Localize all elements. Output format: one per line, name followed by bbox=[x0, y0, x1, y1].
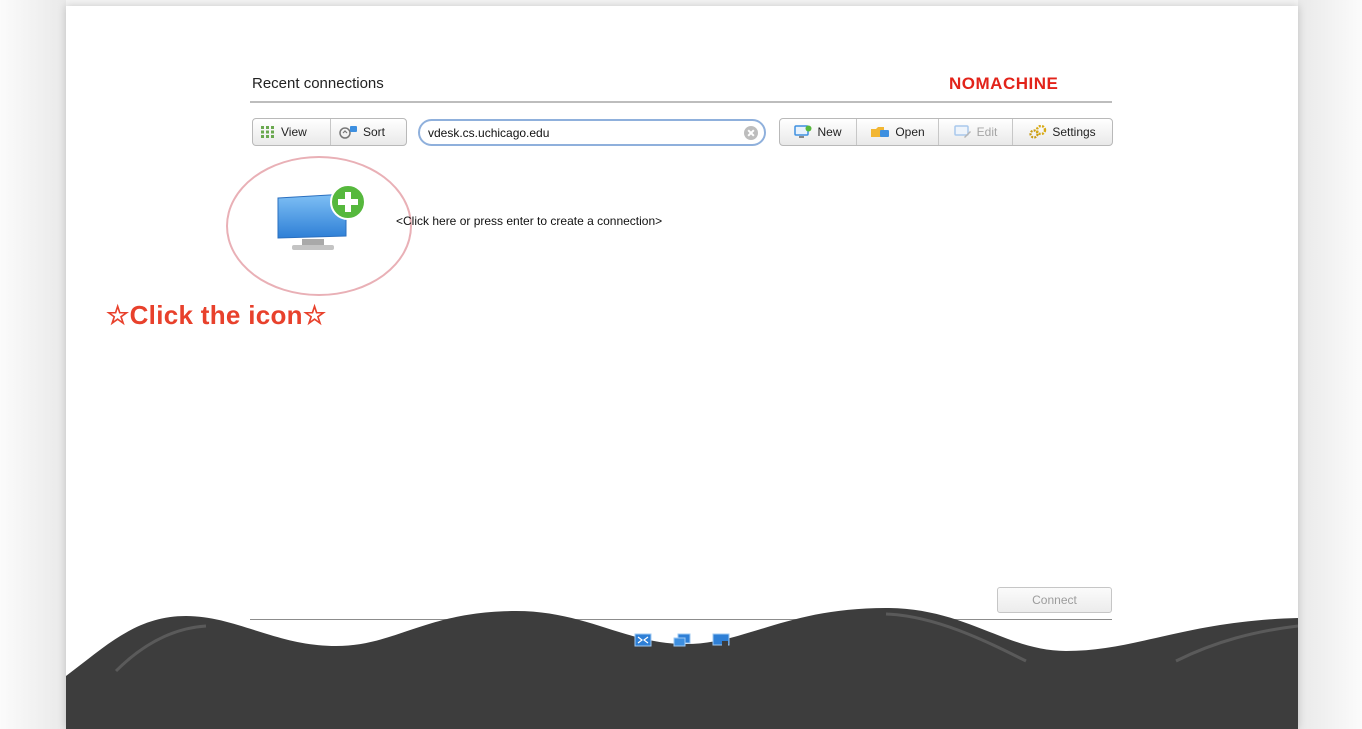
edit-icon bbox=[953, 125, 972, 139]
open-button[interactable]: Open bbox=[857, 119, 939, 145]
edit-button[interactable]: Edit bbox=[939, 119, 1013, 145]
edit-button-label: Edit bbox=[976, 125, 998, 139]
settings-button[interactable]: Settings bbox=[1013, 119, 1112, 145]
monitor-add-icon[interactable] bbox=[274, 184, 370, 264]
sort-button-label: Sort bbox=[363, 125, 386, 139]
footer-wave bbox=[66, 608, 1298, 729]
title-divider bbox=[250, 101, 1112, 103]
open-button-label: Open bbox=[895, 125, 925, 139]
nomachine-window: Recent connections NOMACHINE View Sort v… bbox=[66, 6, 1298, 729]
page-margin-right bbox=[1298, 0, 1362, 729]
open-folder-icon bbox=[870, 125, 890, 139]
page-title: Recent connections bbox=[252, 75, 384, 92]
fullscreen-icon[interactable] bbox=[634, 633, 652, 647]
settings-gears-icon bbox=[1029, 125, 1047, 139]
view-sort-toolbar: View Sort bbox=[252, 118, 407, 146]
new-button-label: New bbox=[817, 125, 842, 139]
display-icon[interactable] bbox=[712, 633, 730, 647]
new-button[interactable]: New bbox=[780, 119, 857, 145]
page-margin-left bbox=[0, 0, 66, 729]
clear-icon[interactable] bbox=[744, 125, 758, 140]
sort-button[interactable]: Sort bbox=[331, 119, 406, 145]
view-button[interactable]: View bbox=[253, 119, 331, 145]
annotation-callout: ☆Click the icon☆ bbox=[106, 300, 327, 330]
action-toolbar: New Open Edit Settings bbox=[779, 118, 1113, 146]
view-button-label: View bbox=[281, 125, 307, 139]
settings-button-label: Settings bbox=[1052, 125, 1096, 139]
grid-view-icon bbox=[260, 125, 276, 139]
nomachine-logo: NOMACHINE bbox=[949, 74, 1059, 93]
multi-window-icon[interactable] bbox=[673, 633, 691, 647]
new-connection-icon bbox=[794, 125, 812, 139]
create-connection-hint[interactable]: <Click here or press enter to create a c… bbox=[396, 214, 662, 228]
search-field bbox=[418, 119, 766, 146]
search-input[interactable] bbox=[420, 121, 744, 144]
sort-icon bbox=[338, 125, 358, 139]
